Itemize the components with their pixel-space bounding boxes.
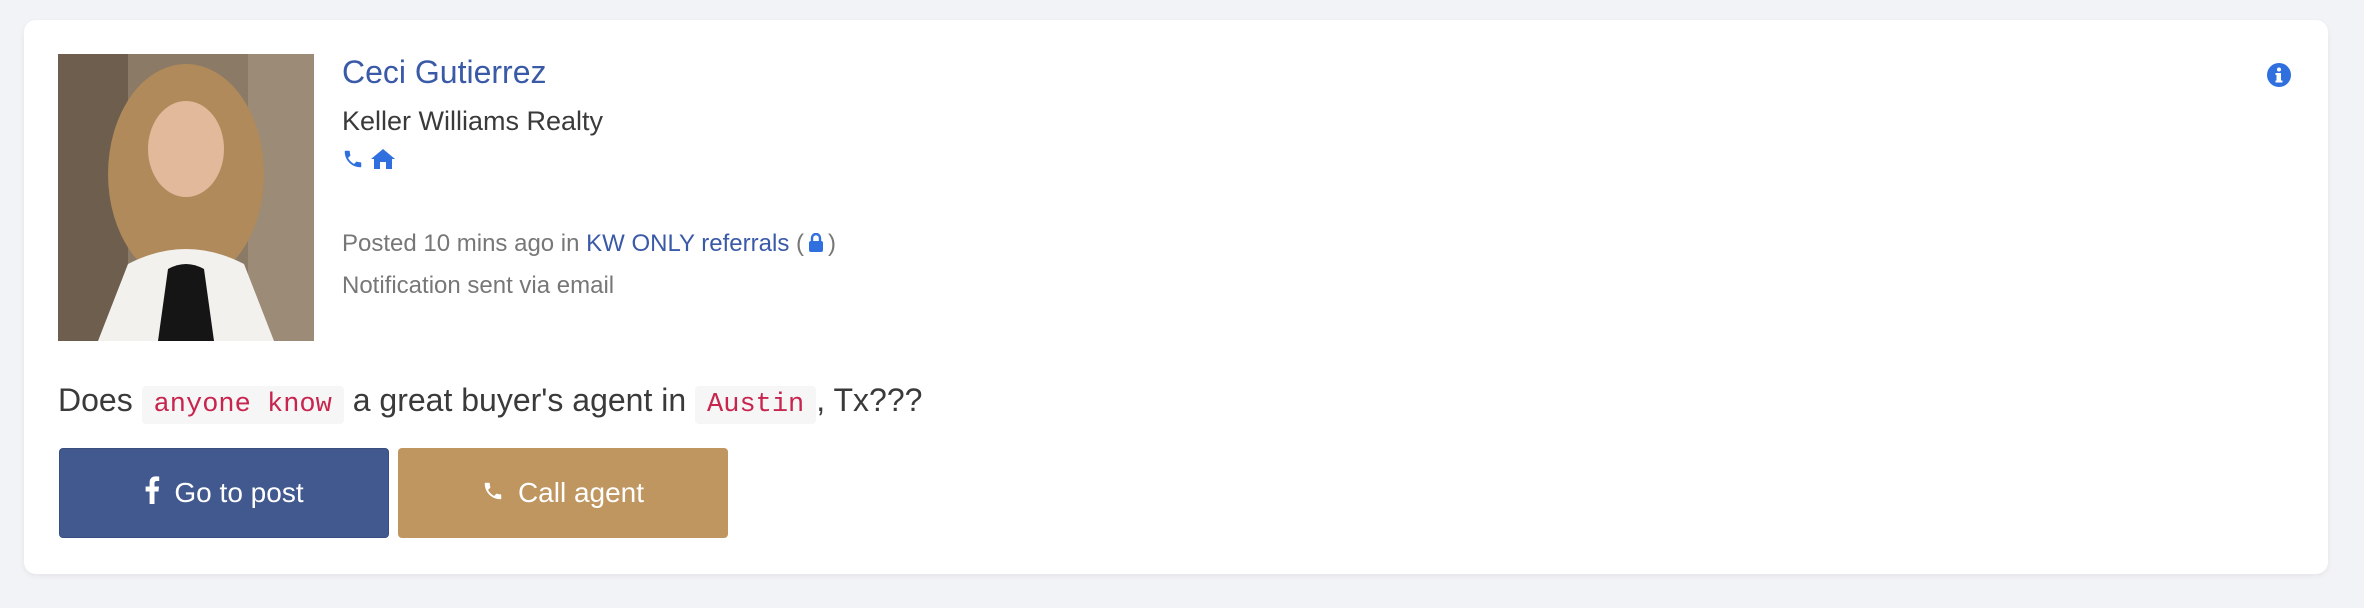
go-to-post-label: Go to post	[174, 477, 304, 508]
agent-avatar	[58, 54, 314, 341]
call-agent-button[interactable]: Call agent	[398, 448, 728, 538]
post-code-2: Austin	[695, 386, 817, 424]
agent-name[interactable]: Ceci Gutierrez	[342, 54, 547, 91]
call-agent-label: Call agent	[517, 477, 645, 508]
group-link[interactable]: KW ONLY referrals	[586, 230, 789, 257]
post-text-part2: a great buyer's agent in	[343, 382, 696, 418]
facebook-icon	[144, 475, 160, 511]
phone-icon	[482, 477, 504, 509]
paren-open: (	[789, 230, 804, 257]
info-icon[interactable]	[2266, 62, 2292, 93]
home-icon[interactable]	[370, 148, 396, 170]
post-text: Does anyone know a great buyer's agent i…	[58, 382, 923, 424]
referral-card: Ceci Gutierrez Keller Williams Realty Po…	[24, 20, 2328, 574]
contact-icons	[342, 148, 396, 170]
agent-photo	[58, 54, 314, 341]
go-to-post-button[interactable]: Go to post	[59, 448, 389, 538]
post-text-part3: , Tx???	[816, 382, 923, 418]
paren-close: )	[827, 230, 836, 257]
agent-company: Keller Williams Realty	[342, 106, 604, 136]
post-text-part1: Does	[58, 382, 142, 418]
posted-time: Posted 10 mins ago in	[342, 230, 587, 257]
notification-status: Notification sent via email	[342, 272, 615, 299]
lock-icon	[808, 232, 824, 260]
post-meta: Posted 10 mins ago in KW ONLY referrals …	[342, 230, 836, 260]
post-code-1: anyone know	[141, 386, 344, 424]
phone-icon[interactable]	[342, 148, 364, 170]
